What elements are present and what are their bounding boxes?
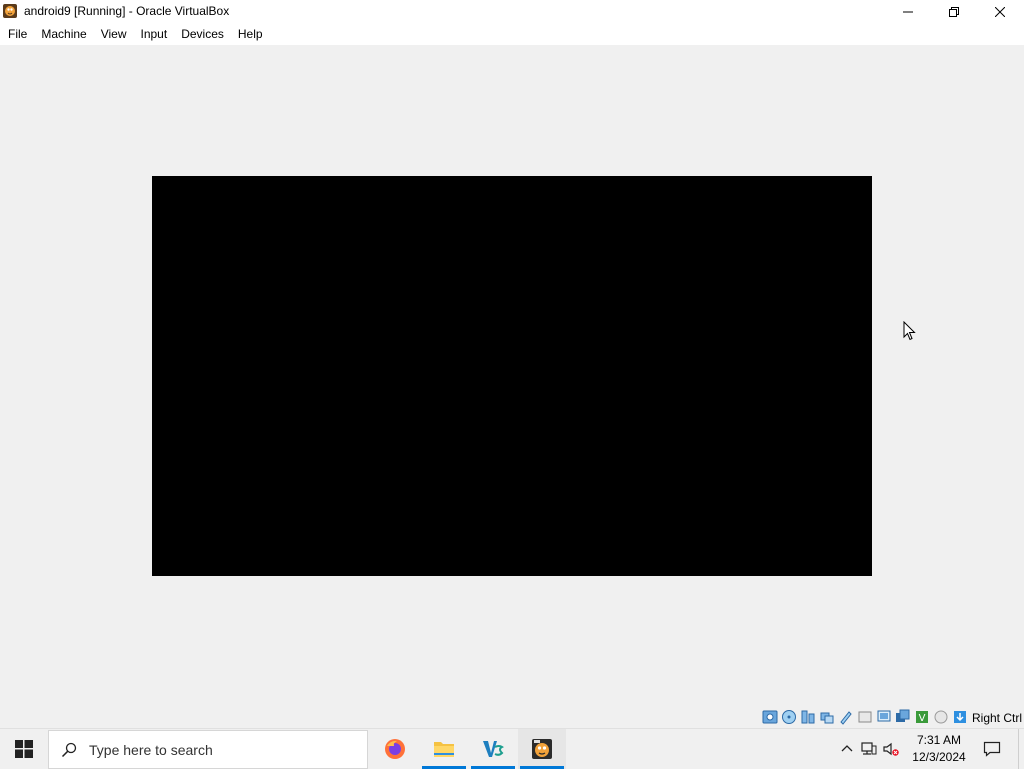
audio-icon[interactable]	[800, 709, 816, 725]
network-icon[interactable]	[819, 709, 835, 725]
restore-icon	[949, 6, 959, 17]
action-center-button[interactable]	[978, 729, 1006, 769]
host-key-label[interactable]: Right Ctrl	[972, 711, 1022, 725]
taskbar-vs-app[interactable]	[469, 729, 517, 769]
chevron-up-icon[interactable]	[836, 729, 858, 769]
search-placeholder: Type here to search	[89, 741, 213, 758]
minimize-icon	[903, 11, 913, 12]
restore-button[interactable]	[931, 0, 977, 23]
cpu-icon[interactable]	[933, 709, 949, 725]
network-icon[interactable]	[858, 729, 880, 769]
clock-date: 12/3/2024	[912, 750, 966, 764]
menu-devices[interactable]: Devices	[174, 23, 231, 45]
windows-logo-icon	[15, 740, 33, 758]
menu-file[interactable]: File	[0, 23, 34, 45]
vm-display-area[interactable]	[0, 45, 1024, 707]
taskbar-file-explorer[interactable]	[420, 729, 468, 769]
search-icon	[61, 742, 77, 757]
shared-folders-icon[interactable]	[857, 709, 873, 725]
firefox-icon	[385, 739, 405, 759]
menu-bar: File Machine View Input Devices Help	[0, 23, 1024, 45]
notification-icon	[983, 741, 1001, 757]
video-capture-icon[interactable]	[895, 709, 911, 725]
show-desktop-button[interactable]	[1018, 729, 1024, 769]
menu-input[interactable]: Input	[134, 23, 175, 45]
optical-drive-icon[interactable]	[781, 709, 797, 725]
window-title: android9 [Running] - Oracle VirtualBox	[24, 4, 230, 18]
file-explorer-icon	[434, 742, 454, 757]
start-button[interactable]	[0, 729, 48, 769]
volume-muted-icon[interactable]	[880, 729, 902, 769]
virtualization-icon[interactable]: V	[914, 709, 930, 725]
taskbar-virtualbox[interactable]	[518, 729, 566, 769]
search-box[interactable]: Type here to search	[48, 730, 368, 769]
vm-screen[interactable]	[152, 176, 872, 576]
clock[interactable]: 7:31 AM 12/3/2024	[908, 732, 970, 766]
minimize-button[interactable]	[885, 0, 931, 23]
mouse-pointer-icon	[903, 320, 916, 341]
menu-machine[interactable]: Machine	[34, 23, 93, 45]
close-icon	[995, 6, 1005, 17]
clock-time: 7:31 AM	[916, 733, 962, 747]
system-tray	[836, 729, 902, 769]
taskbar-firefox[interactable]	[371, 729, 419, 769]
mouse-integration-icon[interactable]	[952, 709, 968, 725]
hard-disk-icon[interactable]	[762, 709, 778, 725]
status-icons: V	[762, 709, 968, 725]
svg-text:V: V	[919, 713, 926, 724]
virtualbox-icon[interactable]	[2, 3, 18, 19]
menu-view[interactable]: View	[94, 23, 134, 45]
close-button[interactable]	[977, 0, 1023, 23]
usb-icon[interactable]	[838, 709, 854, 725]
taskbar: Type here to search 7:31 AM 12/3/2024	[0, 728, 1024, 769]
status-bar: V Right Ctrl	[0, 707, 1024, 728]
virtualbox-icon	[532, 739, 552, 759]
title-bar[interactable]: android9 [Running] - Oracle VirtualBox	[0, 0, 1024, 23]
vscode-icon	[483, 741, 504, 757]
menu-help[interactable]: Help	[231, 23, 270, 45]
virtualbox-window: android9 [Running] - Oracle VirtualBox F…	[0, 0, 1024, 728]
display-icon[interactable]	[876, 709, 892, 725]
